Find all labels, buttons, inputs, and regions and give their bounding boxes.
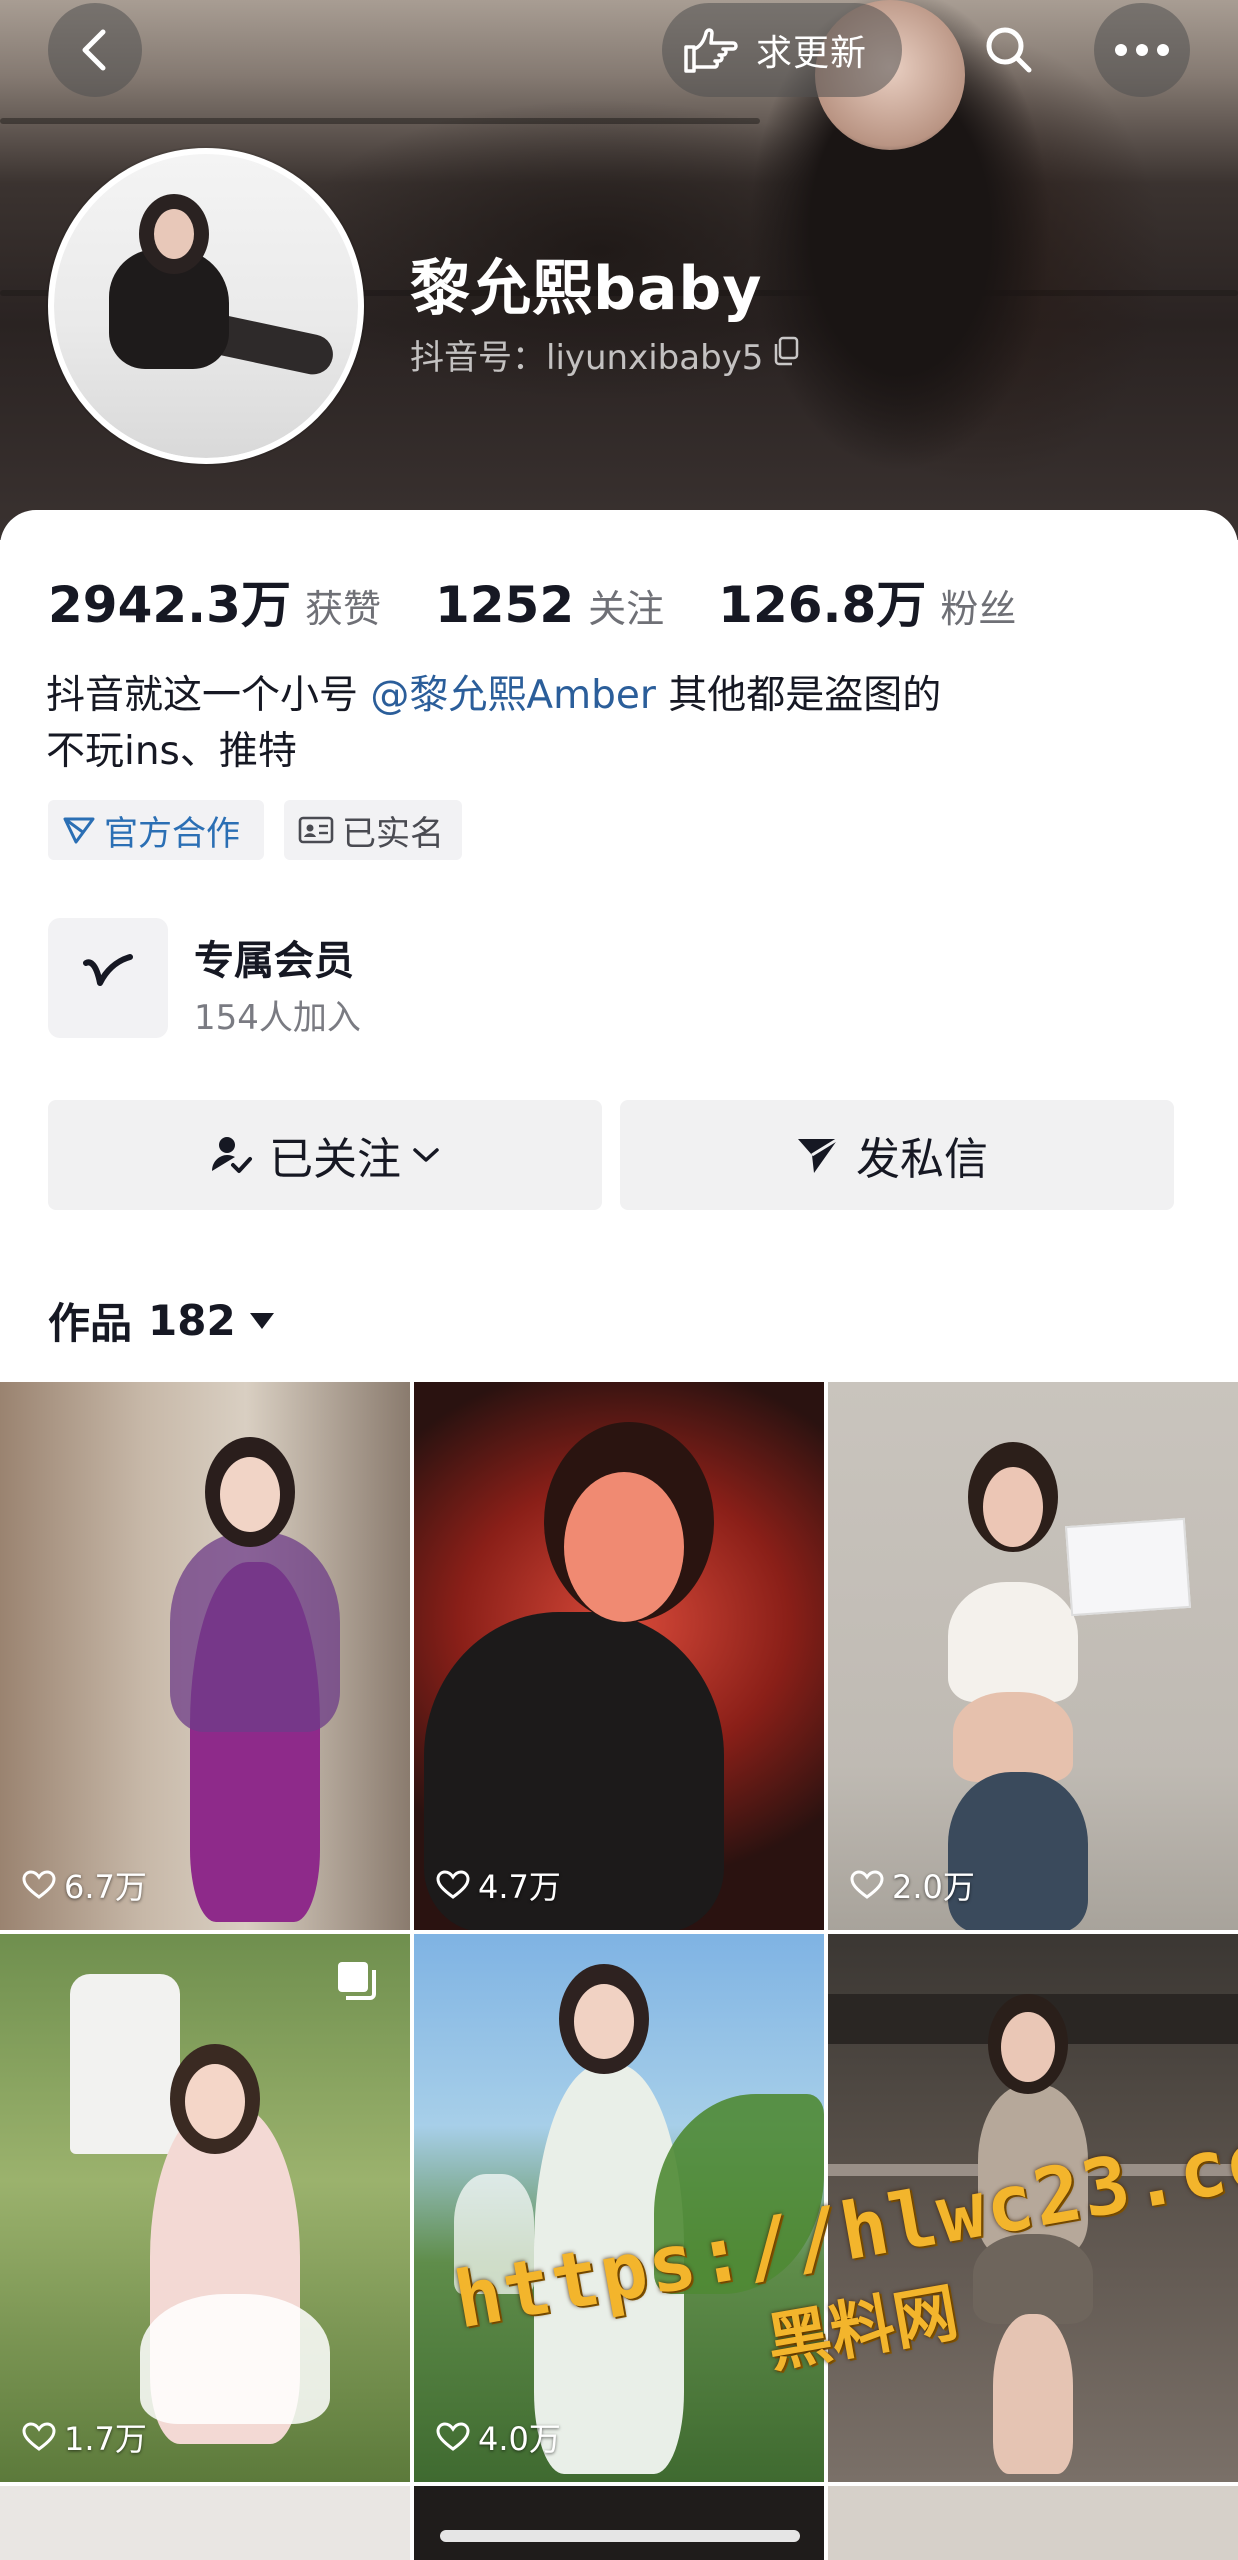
membership-title[interactable]: 专属会员 xyxy=(194,928,354,986)
following-count[interactable]: 1252 xyxy=(435,576,574,634)
video-likes: 1.7万 xyxy=(22,2414,147,2460)
real-name-tag[interactable]: 已实名 xyxy=(284,800,462,860)
video-thumbnail-face xyxy=(220,1457,280,1532)
video-tile[interactable] xyxy=(0,2486,410,2560)
paper-plane-icon xyxy=(798,1137,839,1173)
video-tile[interactable]: 4.7万 xyxy=(414,1382,824,1930)
official-cooperation-label: 官方合作 xyxy=(104,813,240,854)
avatar[interactable] xyxy=(48,148,364,464)
video-tile[interactable]: 2.0万 xyxy=(828,1382,1238,1930)
search-icon xyxy=(986,27,1032,73)
followers-label[interactable]: 粉丝 xyxy=(940,578,1016,633)
membership-logo[interactable] xyxy=(48,918,168,1038)
likes-label[interactable]: 获赞 xyxy=(305,578,381,633)
bio-text: 抖音就这一个小号 xyxy=(46,673,371,718)
member-v-icon xyxy=(83,954,133,986)
bio-line-2: 不玩ins、推特 xyxy=(46,729,297,774)
video-thumbnail-figure xyxy=(953,1692,1073,1782)
chevron-down-icon xyxy=(413,1148,439,1162)
copy-icon[interactable] xyxy=(773,336,799,366)
followers-count[interactable]: 126.8万 xyxy=(718,565,926,637)
video-thumbnail-face xyxy=(564,1472,684,1622)
video-tile[interactable] xyxy=(414,2486,824,2560)
video-thumbnail-figure xyxy=(948,1582,1078,1702)
user-check-icon xyxy=(212,1137,252,1173)
cover-decoration xyxy=(0,118,760,124)
profile-stats: 2942.3万 获赞 1252 关注 126.8万 粉丝 xyxy=(48,565,1070,637)
search-button[interactable] xyxy=(962,3,1056,97)
message-label: 发私信 xyxy=(856,1134,988,1185)
video-likes-count: 6.7万 xyxy=(64,1868,147,1906)
video-thumbnail-face xyxy=(185,2064,245,2139)
home-indicator[interactable] xyxy=(440,2530,800,2542)
video-likes: 4.7万 xyxy=(436,1862,561,1908)
bio: 抖音就这一个小号 @黎允熙Amber 其他都是盗图的 不玩ins、推特 xyxy=(46,668,941,780)
more-dots-icon xyxy=(1115,44,1169,56)
video-thumbnail-face xyxy=(574,1984,634,2059)
request-update-button[interactable]: 求更新 xyxy=(662,3,902,97)
video-thumbnail-figure xyxy=(170,1532,340,1732)
heart-icon xyxy=(850,1870,884,1899)
follow-button[interactable]: 已关注 xyxy=(48,1100,602,1210)
video-thumbnail-face xyxy=(1001,2012,1055,2082)
heart-icon xyxy=(436,2422,470,2451)
video-likes-count: 4.7万 xyxy=(478,1868,561,1906)
request-update-label: 求更新 xyxy=(756,33,868,74)
video-tile[interactable]: 6.7万 xyxy=(0,1382,410,1930)
chevron-left-icon xyxy=(82,29,106,71)
real-name-label: 已实名 xyxy=(342,813,444,854)
id-card-icon xyxy=(298,816,334,844)
bio-text: 其他都是盗图的 xyxy=(655,673,942,718)
message-button[interactable]: 发私信 xyxy=(620,1100,1174,1210)
heart-icon xyxy=(22,2422,56,2451)
video-likes: 2.0万 xyxy=(850,1862,975,1908)
caret-down-icon xyxy=(249,1312,274,1329)
avatar-figure-face xyxy=(154,209,194,259)
pointing-hand-icon xyxy=(684,28,738,73)
heart-icon xyxy=(436,1870,470,1899)
following-label[interactable]: 关注 xyxy=(588,578,664,633)
video-tile[interactable] xyxy=(828,2486,1238,2560)
works-label: 作品 xyxy=(48,1299,133,1348)
back-button[interactable] xyxy=(48,3,142,97)
video-thumbnail-paper xyxy=(1065,1517,1191,1617)
membership-subtitle: 154人加入 xyxy=(194,998,361,1038)
bio-mention-link[interactable]: @黎允熙Amber xyxy=(370,673,655,718)
video-thumbnail-skirt xyxy=(140,2294,330,2424)
video-likes-count: 2.0万 xyxy=(892,1868,975,1906)
video-thumbnail-dress xyxy=(70,1974,180,2154)
follow-label: 已关注 xyxy=(269,1134,401,1185)
douyin-id: 抖音号：liyunxibaby5 xyxy=(410,338,764,378)
official-cooperation-icon xyxy=(63,817,95,844)
more-button[interactable] xyxy=(1094,3,1190,97)
bio-line-1: 抖音就这一个小号 @黎允熙Amber 其他都是盗图的 xyxy=(46,668,941,724)
video-likes: 6.7万 xyxy=(22,1862,147,1908)
video-thumbnail-face xyxy=(983,1467,1043,1547)
works-tab[interactable]: 作品 182 xyxy=(48,1290,276,1351)
multi-image-icon xyxy=(338,1962,376,2000)
nickname: 黎允熙baby xyxy=(410,254,763,324)
works-count: 182 xyxy=(148,1296,236,1345)
likes-count: 2942.3万 xyxy=(48,576,291,634)
video-likes-count: 1.7万 xyxy=(64,2420,147,2458)
official-cooperation-tag[interactable]: 官方合作 xyxy=(48,800,264,860)
video-tile[interactable]: 1.7万 xyxy=(0,1934,410,2482)
heart-icon xyxy=(22,1870,56,1899)
